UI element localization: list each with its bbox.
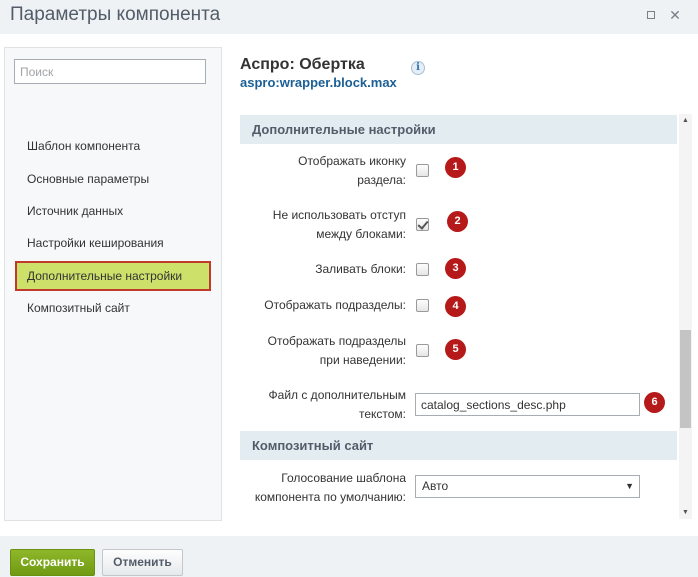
- sidebar-item-template[interactable]: Шаблон компонента: [15, 131, 211, 161]
- sidebar-item-caching[interactable]: Настройки кеширования: [15, 228, 211, 258]
- extra-text-file-input[interactable]: [415, 393, 640, 416]
- maximize-icon[interactable]: [644, 8, 658, 22]
- dialog-content: Шаблон компонента Основные параметры Ист…: [0, 34, 698, 536]
- field-label-fill-blocks: Заливать блоки:: [315, 262, 406, 276]
- vertical-scrollbar[interactable]: ▲ ▼: [679, 114, 692, 519]
- field-label-section-icon: Отображать иконку раздела:: [298, 154, 406, 187]
- badge-4: 4: [445, 296, 466, 317]
- sidebar-item-main-params[interactable]: Основные параметры: [15, 164, 211, 194]
- section-header-composite: Композитный сайт: [240, 431, 677, 460]
- search-input[interactable]: [14, 59, 206, 84]
- close-icon[interactable]: ✕: [668, 8, 682, 22]
- field-label-subsections-hover: Отображать подразделы при наведении:: [267, 334, 406, 367]
- badge-1: 1: [445, 157, 466, 178]
- settings-scroll-area: Дополнительные настройки Отображать икон…: [240, 114, 692, 519]
- chevron-down-icon: ▼: [625, 481, 634, 491]
- checkbox-no-indent[interactable]: [416, 218, 429, 231]
- sidebar-item-data-source[interactable]: Источник данных: [15, 196, 211, 226]
- field-label-no-indent: Не использовать отступ между блоками:: [272, 208, 406, 241]
- badge-6: 6: [644, 392, 665, 413]
- component-code: aspro:wrapper.block.max: [240, 75, 397, 90]
- badge-3: 3: [445, 258, 466, 279]
- checkbox-subsections-hover[interactable]: [416, 344, 429, 357]
- badge-2: 2: [447, 211, 468, 232]
- cancel-button[interactable]: Отменить: [102, 549, 183, 576]
- dialog-title: Параметры компонента: [10, 4, 221, 25]
- sidebar-item-composite[interactable]: Композитный сайт: [15, 293, 211, 323]
- scroll-down-icon[interactable]: ▼: [679, 506, 692, 519]
- checkbox-section-icon[interactable]: [416, 164, 429, 177]
- component-title: Аспро: Обертка: [240, 56, 365, 73]
- save-button[interactable]: Сохранить: [10, 549, 95, 576]
- template-voting-value: Авто: [422, 479, 449, 493]
- section-header-additional: Дополнительные настройки: [240, 115, 677, 144]
- field-label-extra-text-file: Файл с дополнительным текстом:: [268, 388, 406, 421]
- info-icon[interactable]: i: [411, 61, 425, 75]
- dialog-footer: Сохранить Отменить: [0, 536, 698, 577]
- field-label-show-subsections: Отображать подразделы:: [264, 298, 406, 312]
- field-label-template-voting: Голосование шаблона компонента по умолча…: [254, 471, 406, 504]
- main-panel: Аспро: Обертка i aspro:wrapper.block.max…: [240, 34, 698, 536]
- dialog-titlebar: Параметры компонента ✕: [0, 0, 698, 34]
- template-voting-select[interactable]: Авто ▼: [415, 475, 640, 498]
- sidebar: Шаблон компонента Основные параметры Ист…: [4, 47, 222, 521]
- scrollbar-thumb[interactable]: [680, 330, 691, 428]
- sidebar-item-additional[interactable]: Дополнительные настройки: [15, 261, 211, 291]
- checkbox-fill-blocks[interactable]: [416, 263, 429, 276]
- badge-5: 5: [445, 339, 466, 360]
- scroll-up-icon[interactable]: ▲: [679, 114, 692, 127]
- checkbox-show-subsections[interactable]: [416, 299, 429, 312]
